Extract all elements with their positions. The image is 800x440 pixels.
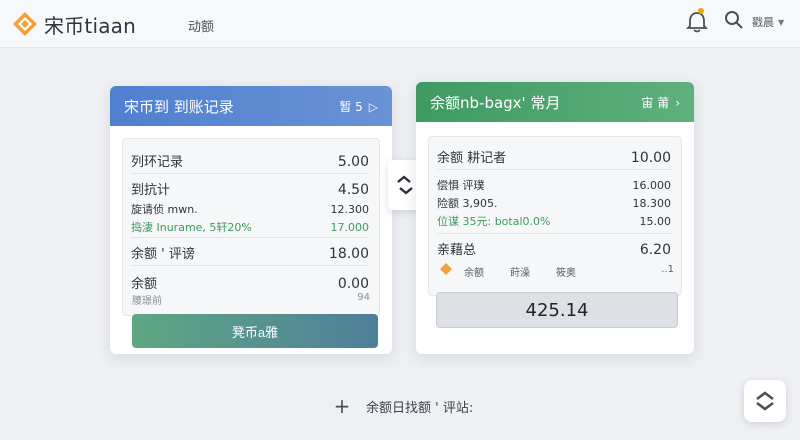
asset-label: 余额 xyxy=(464,268,484,279)
balance-label: 偿惧 评璞 xyxy=(437,179,485,192)
record-row: 余额 ' 评谤 18.00 xyxy=(131,243,369,262)
balance-row: 亲藉总 6.20 xyxy=(437,239,671,258)
card-header: 余额nb-bagx' 常月 宙 莆 › xyxy=(416,82,694,122)
add-label: 余额日找额 ' 评站: xyxy=(366,400,474,416)
balance-row: 位谋 35元: botal0.0% 15.00 xyxy=(437,213,671,229)
coin-icon xyxy=(440,263,452,275)
divider xyxy=(131,265,369,266)
balance-value: 6.20 xyxy=(639,242,671,258)
divider xyxy=(131,237,369,238)
footer-label: 腰璟前 xyxy=(132,296,162,307)
balance-value: 15.00 xyxy=(639,215,672,228)
deposit-record-card: 宋币到 到账记录 暂 5 ▷ 列环记录 5.00 到抗计 4.50 旋请侦 mw… xyxy=(110,86,392,354)
card-header-meta-text: 暂 5 xyxy=(339,100,363,114)
card-header-meta[interactable]: 暂 5 ▷ xyxy=(339,98,378,115)
asset-label: 筱奥 xyxy=(556,268,576,279)
record-value: 12.300 xyxy=(330,203,370,216)
divider xyxy=(437,169,671,170)
record-value: 18.00 xyxy=(328,246,369,262)
record-value: 4.50 xyxy=(337,182,369,198)
record-row: 旋请侦 mwn. 12.300 xyxy=(131,201,369,217)
record-value: 5.00 xyxy=(337,154,369,170)
balance-row: 偿惧 评璞 16.000 xyxy=(437,177,671,193)
card-header-meta-text: 宙 莆 xyxy=(641,96,670,110)
record-row: 捣淒 Inurame, 5轩20% 17.000 xyxy=(131,219,369,235)
record-panel: 列环记录 5.00 到抗计 4.50 旋请侦 mwn. 12.300 捣淒 In… xyxy=(122,138,380,316)
record-row: 到抗计 4.50 xyxy=(131,179,369,198)
card-header: 宋币到 到账记录 暂 5 ▷ xyxy=(110,86,392,126)
balance-row: 余额 耕记者 10.00 xyxy=(437,147,671,166)
footer-value: 94 xyxy=(357,292,370,303)
record-row: 列环记录 5.00 xyxy=(131,151,369,170)
record-value: 17.000 xyxy=(330,221,370,234)
divider xyxy=(437,233,671,234)
chevron-right-icon: › xyxy=(675,95,680,110)
record-label: 余额 xyxy=(131,277,158,292)
balance-label: 亲藉总 xyxy=(437,243,477,258)
card-header-meta[interactable]: 宙 莆 › xyxy=(641,94,680,111)
add-row[interactable]: + 余额日找额 ' 评站: xyxy=(330,394,474,418)
divider xyxy=(131,173,369,174)
record-value: 0.00 xyxy=(337,276,369,292)
plus-icon[interactable]: + xyxy=(330,394,354,418)
balance-row: 险额 3,905. 18.300 xyxy=(437,195,671,211)
search-icon[interactable] xyxy=(724,10,744,30)
asset-label: 莳澡 xyxy=(510,268,530,279)
record-label: 余额 ' 评谤 xyxy=(131,247,195,262)
balance-label: 位谋 35元: botal0.0% xyxy=(437,215,551,228)
nav-item[interactable]: 动额 xyxy=(188,16,214,35)
top-bar: 宋币tiaan 动额 戳晨 ▼ xyxy=(0,0,800,48)
asset-icons-row: 余额 莳澡 筱奥 ..1 xyxy=(440,262,680,279)
balance-label: 险额 3,905. xyxy=(437,197,498,210)
balance-value: 16.000 xyxy=(632,179,672,192)
balance-card: 余额nb-bagx' 常月 宙 莆 › 余额 耕记者 10.00 偿惧 评璞 1… xyxy=(416,82,694,354)
card-title: 宋币到 到账记录 xyxy=(124,98,234,116)
notification-icon[interactable] xyxy=(686,10,708,34)
chevron-down-icon: ▼ xyxy=(778,17,785,27)
user-label: 戳晨 xyxy=(752,16,774,29)
card-title: 余额nb-bagx' 常月 xyxy=(430,94,561,112)
record-label: 到抗计 xyxy=(131,183,171,198)
floating-action-button[interactable] xyxy=(744,380,786,422)
record-label: 旋请侦 mwn. xyxy=(131,203,198,216)
balance-value: 10.00 xyxy=(630,150,671,166)
notification-badge xyxy=(698,8,704,14)
logo-icon xyxy=(13,12,37,36)
user-menu[interactable]: 戳晨 ▼ xyxy=(752,14,784,30)
swap-icon xyxy=(397,175,413,195)
footer-row: 腰璟前 94 xyxy=(132,292,370,307)
chevron-right-icon: ▷ xyxy=(368,99,378,114)
record-row: 余额 0.00 xyxy=(131,273,369,292)
brand[interactable]: 宋币tiaan xyxy=(12,10,136,38)
balance-value: 18.300 xyxy=(632,197,672,210)
record-label: 捣淒 Inurame, 5轩20% xyxy=(131,221,252,234)
asset-value: ..1 xyxy=(661,264,674,275)
total-amount[interactable]: 425.14 xyxy=(436,292,678,328)
balance-label: 余额 耕记者 xyxy=(437,151,507,166)
logo-icon xyxy=(756,391,774,411)
record-label: 列环记录 xyxy=(131,155,184,170)
brand-name: 宋币tiaan xyxy=(44,13,136,38)
submit-button[interactable]: 凳币a雅 xyxy=(132,314,378,348)
